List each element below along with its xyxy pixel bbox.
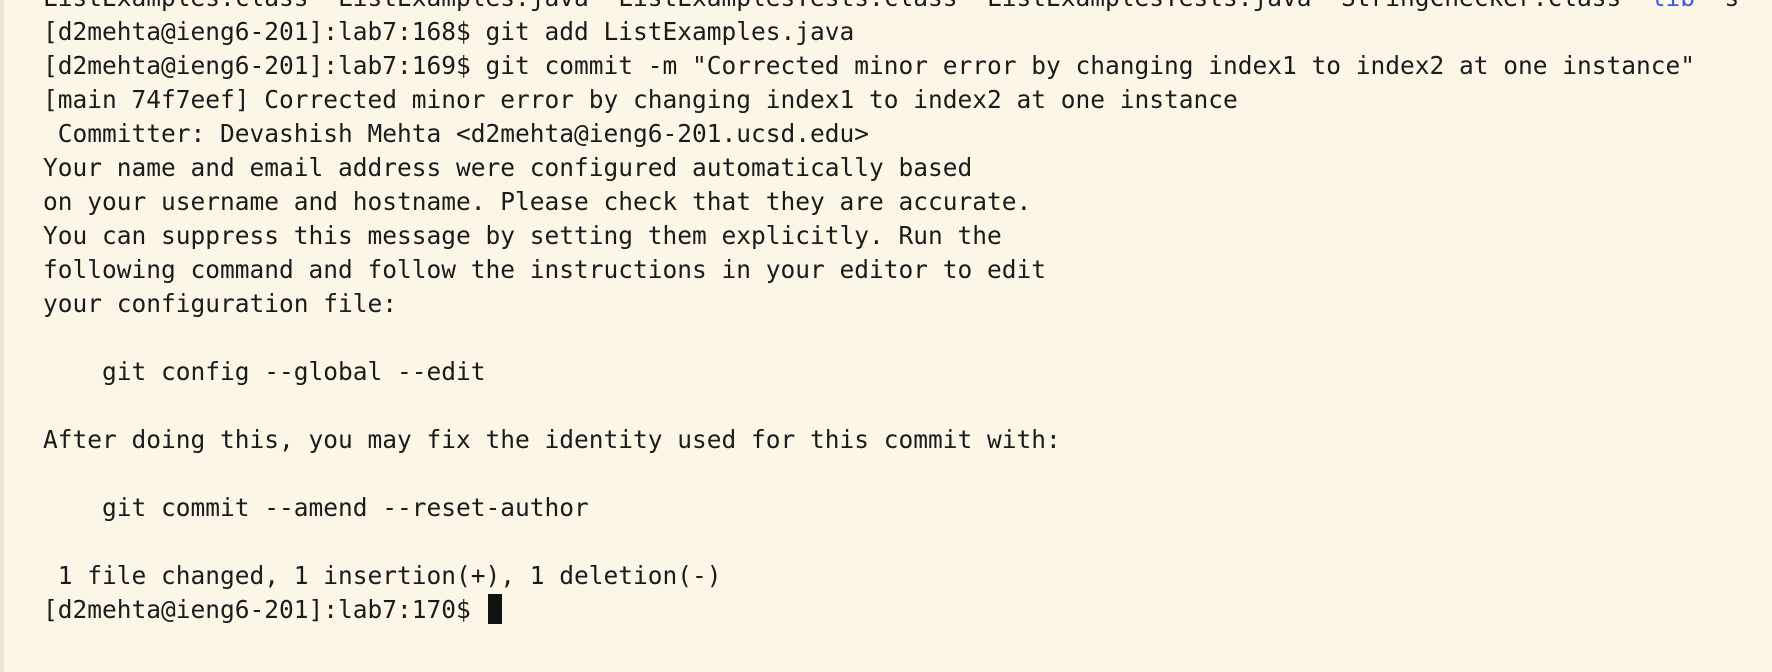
terminal-line: on your username and hostname. Please ch… (43, 187, 1032, 216)
terminal-line: following command and follow the instruc… (43, 255, 1047, 284)
terminal-line: 1 file changed, 1 insertion(+), 1 deleti… (43, 561, 722, 590)
terminal-output: ListExamples.class ListExamples.java Lis… (43, 0, 1739, 627)
shell-prompt: [d2mehta@ieng6-201]:lab7:170$ (43, 595, 486, 624)
partial-listing-lib-directory: lib (1651, 0, 1695, 12)
terminal-line: [d2mehta@ieng6-201]:lab7:168$ git add Li… (43, 17, 855, 46)
terminal-line: git config --global --edit (43, 357, 486, 386)
terminal-line-partial: ListExamples.class ListExamples.java Lis… (43, 0, 1739, 15)
partial-listing-files: ListExamples.class ListExamples.java Lis… (43, 0, 1651, 12)
terminal-line: You can suppress this message by setting… (43, 221, 1002, 250)
terminal-prompt-line[interactable]: [d2mehta@ieng6-201]:lab7:170$ (43, 593, 1739, 627)
terminal-line: git commit --amend --reset-author (43, 493, 589, 522)
partial-listing-tail: s (1695, 0, 1740, 12)
terminal-line: After doing this, you may fix the identi… (43, 425, 1061, 454)
terminal-cursor[interactable] (487, 594, 502, 624)
terminal-line: [d2mehta@ieng6-201]:lab7:169$ git commit… (43, 51, 1696, 80)
terminal-line: Your name and email address were configu… (43, 153, 973, 182)
terminal-line: your configuration file: (43, 289, 398, 318)
terminal-line: Committer: Devashish Mehta <d2mehta@ieng… (43, 119, 870, 148)
terminal-line: [main 74f7eef] Corrected minor error by … (43, 85, 1238, 114)
terminal-window[interactable]: ListExamples.class ListExamples.java Lis… (0, 0, 1772, 672)
